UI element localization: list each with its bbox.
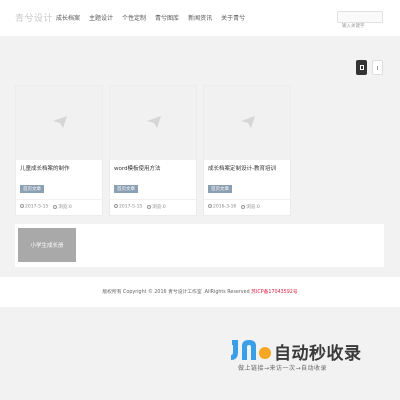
banner-section: 小学生成长册 (15, 224, 384, 267)
views-label: 浏览: (58, 205, 69, 210)
card-title[interactable]: word模板使用方法 (114, 164, 161, 172)
card-date: 2016-3-16 (213, 204, 237, 210)
category-tag[interactable]: 首页文章 (208, 185, 232, 193)
nav-item-growth-archive[interactable]: 成长档案 (56, 13, 80, 22)
icp-link[interactable]: 苏ICP备17043592号 (251, 290, 297, 295)
watermark-name: 自动秒收录 (274, 344, 362, 364)
card-divider (16, 199, 102, 200)
paper-plane-icon (53, 116, 67, 128)
clock-icon (114, 204, 118, 209)
nav-item-custom[interactable]: 个性定制 (122, 13, 146, 22)
site-logo[interactable]: 青兮设计 (15, 11, 53, 24)
search-box (337, 11, 383, 32)
main-nav: 成长档案 主题设计 个性定制 青兮图库 新闻资讯 关于青兮 (56, 13, 245, 22)
clock-icon (208, 204, 212, 209)
eye-icon (241, 204, 246, 209)
eye-icon (53, 204, 58, 209)
views-label: 浏览: (246, 205, 257, 210)
top-header: 青兮设计 成长档案 主题设计 个性定制 青兮图库 新闻资讯 关于青兮 (0, 0, 400, 36)
nav-item-about[interactable]: 关于青兮 (221, 13, 245, 22)
card-meta: 2016-3-16 浏览:0 (208, 204, 260, 210)
card-title[interactable]: 成长档案定制设计-教育培训 (208, 164, 276, 172)
search-input[interactable] (338, 21, 382, 32)
views-count: 0 (162, 205, 166, 210)
banner-label: 小学生成长册 (30, 243, 64, 249)
card-meta: 2017-5-15 浏览:0 (20, 204, 72, 210)
views-label: 浏览: (152, 205, 163, 210)
grid-view-button[interactable] (356, 60, 367, 75)
card-title[interactable]: 儿童成长档案的制作 (20, 164, 70, 172)
paper-plane-icon (147, 116, 161, 128)
card-divider (204, 199, 290, 200)
card-thumbnail[interactable] (110, 86, 196, 160)
card-meta: 2017-5-15 浏览:0 (114, 204, 166, 210)
list-icon (377, 65, 378, 70)
card-thumbnail[interactable] (204, 86, 290, 160)
footer-text: 版权所有 Copyright © 2016 青兮设计工作室 .AllRights… (0, 288, 400, 295)
watermark-logo-icon (231, 340, 271, 360)
page-footer: 版权所有 Copyright © 2016 青兮设计工作室 .AllRights… (0, 277, 400, 307)
views-count: 0 (68, 205, 72, 210)
article-card[interactable]: 成长档案定制设计-教育培训 首页文章 2016-3-16 浏览:0 (203, 85, 291, 216)
copyright-text: 版权所有 Copyright © 2016 青兮设计工作室 .AllRights… (102, 290, 250, 295)
nav-item-news[interactable]: 新闻资讯 (188, 13, 212, 22)
category-tag[interactable]: 首页文章 (114, 185, 138, 193)
article-card[interactable]: 儿童成长档案的制作 首页文章 2017-5-15 浏览:0 (15, 85, 103, 216)
card-thumbnail[interactable] (16, 86, 102, 160)
card-divider (110, 199, 196, 200)
grid-icon (359, 65, 364, 70)
banner-image[interactable]: 小学生成长册 (18, 228, 76, 262)
eye-icon (147, 204, 152, 209)
paper-plane-icon (241, 116, 255, 128)
watermark-slogan: 做上链接→来访一次→自动收录 (238, 365, 328, 372)
category-tag[interactable]: 首页文章 (20, 185, 44, 193)
card-date: 2017-5-15 (25, 204, 49, 210)
views-count: 0 (256, 205, 260, 210)
clock-icon (20, 204, 24, 209)
card-date: 2017-5-15 (119, 204, 143, 210)
article-card[interactable]: word模板使用方法 首页文章 2017-5-15 浏览:0 (109, 85, 197, 216)
list-view-button[interactable] (372, 60, 383, 75)
nav-item-gallery[interactable]: 青兮图库 (155, 13, 179, 22)
nav-item-theme-design[interactable]: 主题设计 (89, 13, 113, 22)
